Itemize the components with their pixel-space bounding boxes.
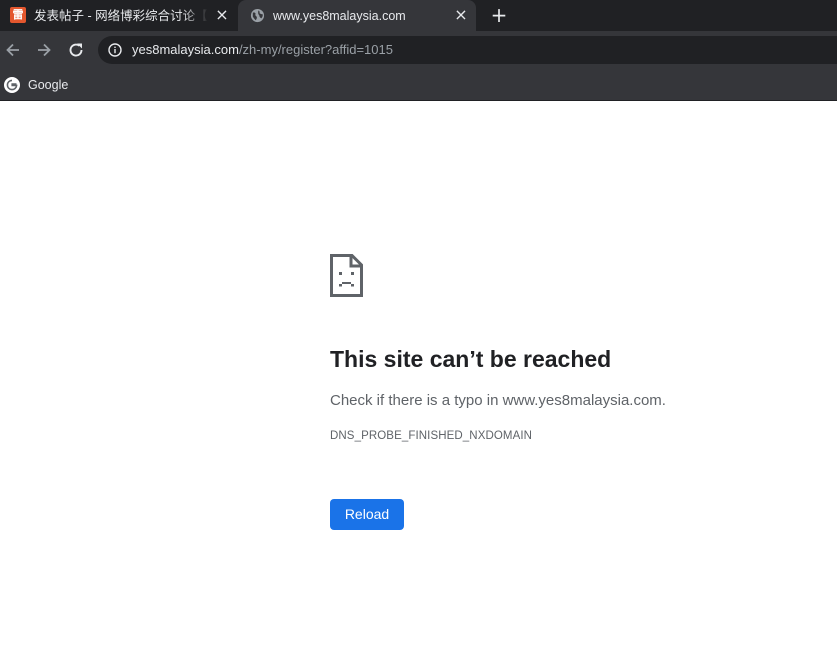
tab-title: 发表帖子 - 网络博彩综合讨论【3 [34, 9, 208, 23]
arrow-right-icon[interactable] [34, 40, 54, 60]
bookmarks-bar: Google [0, 69, 837, 101]
url-host: yes8malaysia.com [132, 42, 239, 57]
toolbar: yes8malaysia.com/zh-my/register?affid=10… [0, 31, 837, 69]
error-description: Check if there is a typo in www.yes8mala… [330, 392, 666, 409]
reload-button[interactable]: Reload [330, 499, 404, 530]
new-tab-button[interactable]: + [489, 5, 509, 25]
close-tab-icon[interactable]: × [214, 7, 230, 23]
tab-yes8malaysia[interactable]: www.yes8malaysia.com × [238, 0, 476, 31]
bookmark-google[interactable]: Google [4, 74, 68, 96]
globe-icon [250, 8, 265, 23]
tab-title: www.yes8malaysia.com [273, 9, 406, 23]
url-path: /zh-my/register?affid=1015 [238, 42, 393, 57]
reload-icon[interactable] [66, 40, 86, 60]
bookmark-label: Google [28, 78, 69, 92]
address-bar[interactable]: yes8malaysia.com/zh-my/register?affid=10… [98, 36, 837, 64]
error-code: DNS_PROBE_FINISHED_NXDOMAIN [330, 430, 533, 442]
site-favicon-icon: 雷 [10, 7, 26, 23]
google-g-icon [4, 77, 20, 93]
info-icon[interactable] [108, 43, 122, 57]
tab-strip: 雷 发表帖子 - 网络博彩综合讨论【3 × www.yes8malaysia.c… [0, 0, 837, 31]
error-page: This site can’t be reached Check if ther… [0, 101, 837, 655]
sad-page-icon [330, 254, 363, 297]
error-title: This site can’t be reached [330, 346, 612, 372]
close-tab-icon[interactable]: × [453, 7, 469, 23]
arrow-left-icon[interactable] [3, 40, 23, 60]
tab-forum[interactable]: 雷 发表帖子 - 网络博彩综合讨论【3 × [0, 0, 238, 31]
url-text[interactable]: yes8malaysia.com/zh-my/register?affid=10… [132, 42, 393, 58]
